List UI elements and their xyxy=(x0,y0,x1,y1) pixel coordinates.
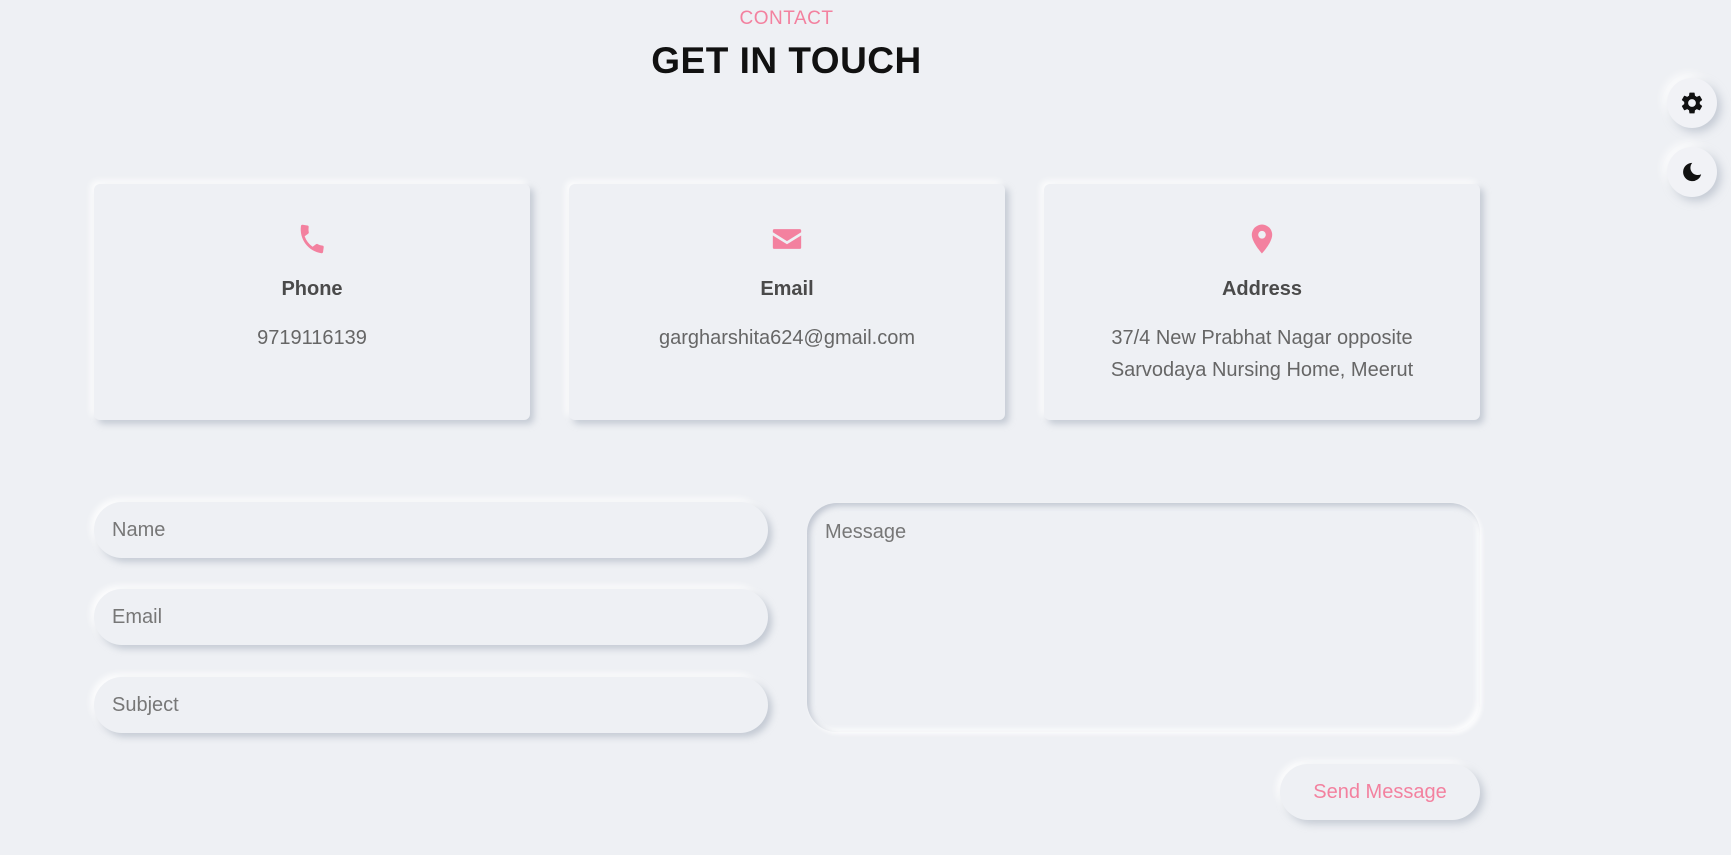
phone-card: Phone 9719116139 xyxy=(94,184,530,420)
street-address: 37/4 New Prabhat Nagar opposite Sarvoday… xyxy=(1110,327,1414,381)
message-field-wrapper xyxy=(807,503,1480,732)
envelope-icon xyxy=(569,222,1005,256)
email-input[interactable] xyxy=(112,605,768,629)
phone-icon xyxy=(94,222,530,256)
page-title: GET IN TOUCH xyxy=(651,40,922,81)
send-message-button[interactable]: Send Message xyxy=(1280,764,1480,820)
section-subtitle: CONTACT xyxy=(739,8,834,29)
contact-page: CONTACT GET IN TOUCH Phone 9719116139 Em… xyxy=(0,0,1731,855)
phone-number: 9719116139 xyxy=(257,327,367,349)
settings-button[interactable] xyxy=(1667,78,1717,128)
subject-field-wrapper xyxy=(94,677,768,733)
email-field-wrapper xyxy=(94,589,768,645)
card-title: Address xyxy=(1221,278,1303,300)
address-card: Address 37/4 New Prabhat Nagar opposite … xyxy=(1044,184,1480,420)
theme-toggle-button[interactable] xyxy=(1667,147,1717,197)
moon-icon xyxy=(1681,161,1703,183)
name-field-wrapper xyxy=(94,502,768,558)
email-card: Email gargharshita624@gmail.com xyxy=(569,184,1005,420)
name-input[interactable] xyxy=(112,518,768,542)
gear-icon xyxy=(1679,90,1705,116)
map-pin-icon xyxy=(1044,222,1480,256)
message-textarea[interactable] xyxy=(825,521,1462,714)
card-title: Email xyxy=(760,278,814,300)
email-address: gargharshita624@gmail.com xyxy=(659,327,915,349)
subject-input[interactable] xyxy=(112,693,768,717)
card-title: Phone xyxy=(281,278,343,300)
